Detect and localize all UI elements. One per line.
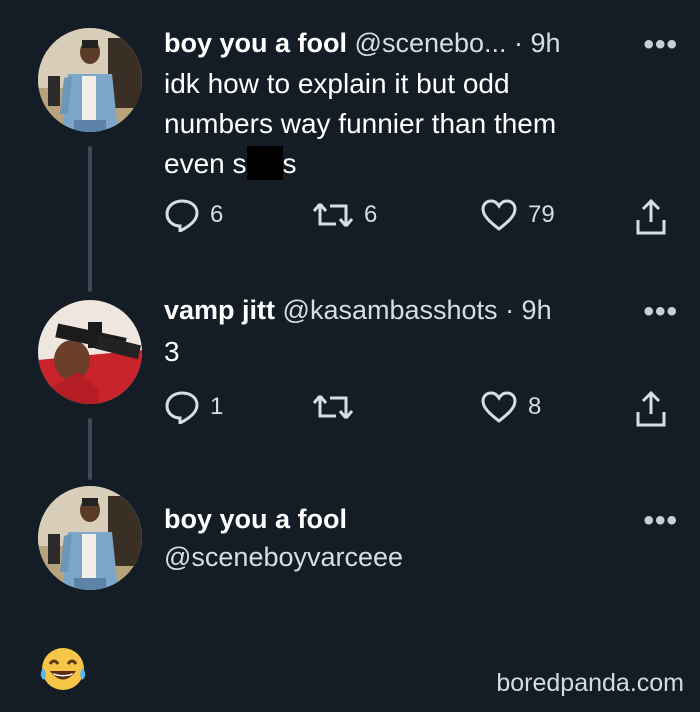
tweet-3[interactable]: boy you a fool @sceneboyvarceee ••• bbox=[0, 0, 700, 600]
user-handle[interactable]: @sceneboyvarceee bbox=[164, 542, 403, 573]
avatar-boy-you-a-fool[interactable] bbox=[38, 486, 142, 590]
watermark: boredpanda.com bbox=[496, 669, 684, 697]
more-options-button[interactable]: ••• bbox=[643, 504, 678, 538]
tweet-header: boy you a fool bbox=[164, 502, 347, 536]
display-name[interactable]: boy you a fool bbox=[164, 504, 347, 534]
laughing-crying-emoji-icon bbox=[40, 648, 86, 690]
